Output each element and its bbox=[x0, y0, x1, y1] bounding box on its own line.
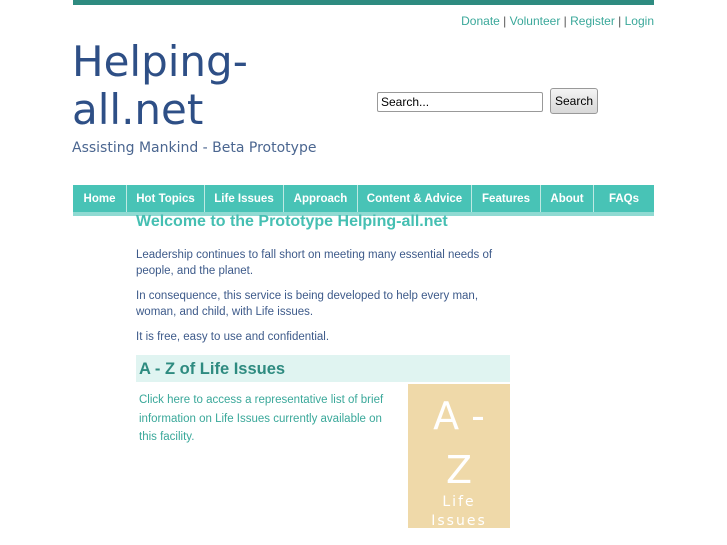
top-accent-bar bbox=[73, 0, 654, 5]
search-input[interactable] bbox=[377, 92, 543, 112]
az-tile-text: A - bbox=[433, 394, 485, 438]
top-links: Donate | Volunteer | Register | Login bbox=[461, 14, 654, 28]
nav-about[interactable]: About bbox=[541, 185, 594, 212]
site-logo[interactable]: Helping-all.net bbox=[72, 38, 248, 134]
login-link[interactable]: Login bbox=[625, 14, 654, 28]
search-button[interactable]: Search bbox=[550, 88, 598, 114]
intro-paragraph: In consequence, this service is being de… bbox=[136, 290, 479, 318]
main-content: Welcome to the Prototype Helping-all.net… bbox=[136, 213, 510, 346]
tagline: Assisting Mankind - Beta Prototype bbox=[72, 140, 317, 156]
logo-line-1: Helping- bbox=[72, 37, 248, 86]
nav-home[interactable]: Home bbox=[73, 185, 127, 212]
nav-faqs[interactable]: FAQs bbox=[594, 185, 654, 212]
intro-paragraph: Leadership continues to fall short on me… bbox=[136, 249, 493, 277]
nav-features[interactable]: Features bbox=[472, 185, 541, 212]
az-tile-text: Issues bbox=[431, 513, 487, 529]
register-link[interactable]: Register bbox=[570, 14, 615, 28]
az-image-tile[interactable]: A - Z Life Issues bbox=[408, 384, 510, 529]
welcome-heading: Welcome to the Prototype Helping-all.net bbox=[136, 213, 448, 230]
main-nav: Home Hot Topics Life Issues Approach Con… bbox=[73, 185, 654, 216]
volunteer-link[interactable]: Volunteer bbox=[510, 14, 561, 28]
nav-hot-topics[interactable]: Hot Topics bbox=[127, 185, 205, 212]
az-heading: A - Z of Life Issues bbox=[136, 355, 510, 382]
donate-link[interactable]: Donate bbox=[461, 14, 500, 28]
az-tile-text: Z bbox=[445, 448, 473, 492]
intro-paragraph: It is free, easy to use and confidential… bbox=[136, 331, 330, 343]
az-tile-text: Life bbox=[442, 494, 476, 510]
nav-approach[interactable]: Approach bbox=[284, 185, 358, 212]
az-link[interactable]: Click here to access a representative li… bbox=[139, 391, 401, 447]
nav-life-issues[interactable]: Life Issues bbox=[205, 185, 284, 212]
nav-content-advice[interactable]: Content & Advice bbox=[358, 185, 472, 212]
logo-line-2: all.net bbox=[72, 85, 204, 134]
